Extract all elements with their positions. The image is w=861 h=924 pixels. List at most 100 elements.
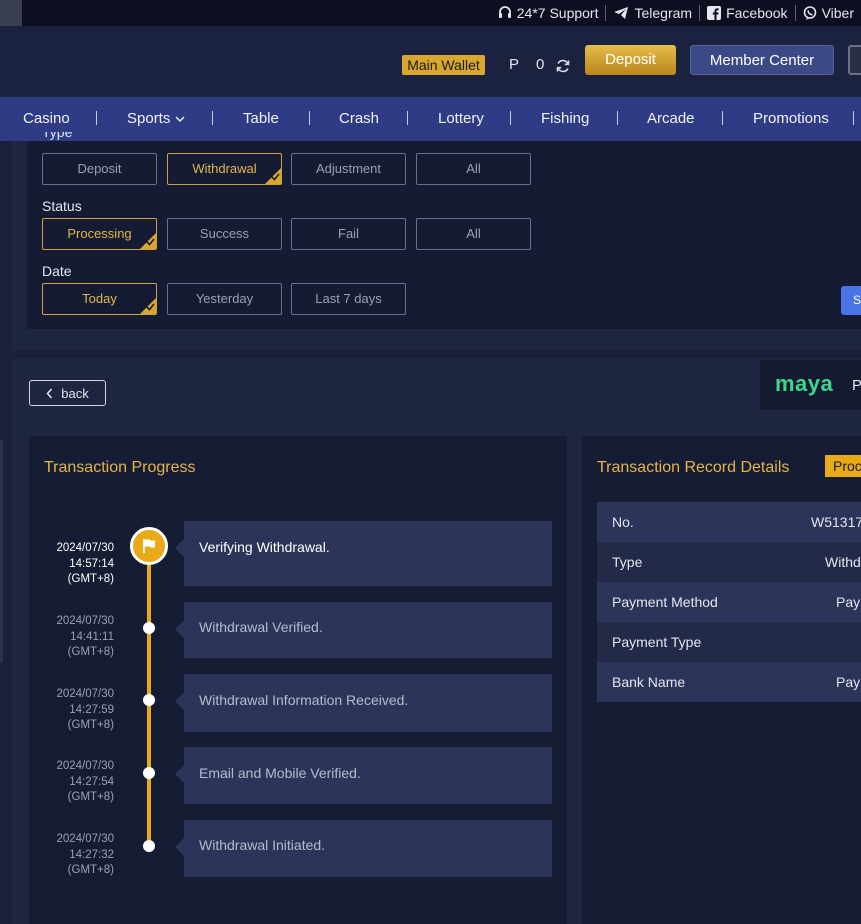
status-processing-button[interactable]: Processing xyxy=(42,218,157,250)
step-tz: (GMT+8) xyxy=(67,864,114,876)
facebook-icon xyxy=(707,6,722,20)
step-message: Withdrawal Information Received. xyxy=(175,674,552,732)
flag-icon xyxy=(130,527,168,565)
telegram-icon xyxy=(614,7,629,19)
step-date: 2024/07/30 xyxy=(56,833,114,845)
nav-divider xyxy=(212,111,213,125)
type-adjustment-button[interactable]: Adjustment xyxy=(291,153,406,185)
status-success-button[interactable]: Success xyxy=(167,218,282,250)
viber-link[interactable]: Viber xyxy=(796,5,861,21)
facebook-link[interactable]: Facebook xyxy=(700,5,794,21)
top-support-bar: 24*7 Support Telegram Facebook Viber xyxy=(0,0,861,26)
nav-divider xyxy=(96,111,97,125)
step-tz: (GMT+8) xyxy=(67,646,114,658)
nav-item-fishing[interactable]: Fishing xyxy=(541,97,589,141)
main-wallet-badge[interactable]: Main Wallet xyxy=(402,55,485,75)
nav-divider xyxy=(722,111,723,125)
nav-divider xyxy=(853,111,854,125)
chevron-left-icon xyxy=(46,388,53,398)
type-deposit-button[interactable]: Deposit xyxy=(42,153,157,185)
date-yesterday-button[interactable]: Yesterday xyxy=(167,283,282,315)
telegram-link[interactable]: Telegram xyxy=(606,5,699,21)
nav-item-sports-label: Sports xyxy=(127,110,171,127)
nav-divider xyxy=(510,111,511,125)
date-today-label: Today xyxy=(82,291,117,306)
date-last7-button[interactable]: Last 7 days xyxy=(291,283,406,315)
step-tz: (GMT+8) xyxy=(67,719,114,731)
record-label: No. xyxy=(612,514,634,530)
step-time: 14:27:59 xyxy=(69,703,114,716)
type-withdrawal-button[interactable]: Withdrawal xyxy=(167,153,282,185)
header-edge-button[interactable] xyxy=(848,45,861,75)
step-timestamp: 2024/07/30 14:27:32 (GMT+8) xyxy=(0,832,114,879)
status-fail-button[interactable]: Fail xyxy=(291,218,406,250)
selected-check-icon xyxy=(264,167,281,184)
step-time: 14:57:14 xyxy=(69,557,114,570)
nav-divider xyxy=(309,111,310,125)
nav-item-lottery[interactable]: Lottery xyxy=(438,97,484,141)
search-button[interactable]: S xyxy=(841,286,861,315)
refresh-icon[interactable] xyxy=(555,58,571,74)
back-label: back xyxy=(61,385,89,401)
main-nav: Casino Sports Table Crash Lottery Fishin… xyxy=(0,97,861,141)
timeline-dot xyxy=(143,622,155,634)
date-label: Date xyxy=(42,263,72,279)
status-processing-label: Processing xyxy=(67,226,132,241)
record-label: Payment Method xyxy=(612,594,718,610)
type-label: Type xyxy=(42,132,72,141)
record-value: Pay xyxy=(836,674,861,690)
step-time: 14:27:32 xyxy=(69,848,114,861)
nav-item-arcade[interactable]: Arcade xyxy=(647,97,695,141)
step-date: 2024/07/30 xyxy=(56,542,114,554)
viber-icon xyxy=(803,6,816,20)
back-button[interactable]: back xyxy=(29,380,106,406)
selected-check-icon xyxy=(139,232,156,249)
progress-title: Transaction Progress xyxy=(44,459,196,476)
timeline-dot xyxy=(143,840,155,852)
facebook-label: Facebook xyxy=(726,5,788,21)
record-title: Transaction Record Details xyxy=(597,459,790,476)
corner-block xyxy=(0,0,22,26)
support-link[interactable]: 24*7 Support xyxy=(491,5,606,21)
step-timestamp: 2024/07/30 14:27:54 (GMT+8) xyxy=(0,759,114,806)
type-all-button[interactable]: All xyxy=(416,153,531,185)
step-date: 2024/07/30 xyxy=(56,688,114,700)
step-time: 14:27:54 xyxy=(69,775,114,788)
record-value: Withdrawal xyxy=(825,554,861,570)
record-row: Payment Type xyxy=(597,622,861,662)
step-message: Withdrawal Initiated. xyxy=(175,820,552,877)
nav-item-crash[interactable]: Crash xyxy=(339,97,379,141)
wallet-currency: P xyxy=(509,56,520,73)
deposit-button[interactable]: Deposit xyxy=(585,45,676,75)
nav-item-table[interactable]: Table xyxy=(243,97,279,141)
step-timestamp: 2024/07/30 14:57:14 (GMT+8) xyxy=(0,541,114,588)
wallet-balance: 0 xyxy=(536,56,545,73)
step-date: 2024/07/30 xyxy=(56,615,114,627)
step-date: 2024/07/30 xyxy=(56,760,114,772)
record-label: Bank Name xyxy=(612,674,686,690)
date-today-button[interactable]: Today xyxy=(42,283,157,315)
record-value: Pay xyxy=(836,594,861,610)
record-row: Bank Name Pay xyxy=(597,662,861,702)
record-row: Payment Method Pay xyxy=(597,582,861,622)
step-timestamp: 2024/07/30 14:41:11 (GMT+8) xyxy=(0,614,114,661)
telegram-label: Telegram xyxy=(634,5,693,21)
step-message: Withdrawal Verified. xyxy=(175,602,552,658)
nav-item-sports[interactable]: Sports xyxy=(127,97,185,141)
record-label: Type xyxy=(612,554,643,570)
nav-divider xyxy=(407,111,408,125)
nav-item-promotions[interactable]: Promotions xyxy=(753,97,829,141)
selected-check-icon xyxy=(139,297,156,314)
support-label: 24*7 Support xyxy=(516,5,599,21)
status-all-button[interactable]: All xyxy=(416,218,531,250)
provider-name-partial: P xyxy=(852,377,861,394)
record-value: W51317 xyxy=(811,514,861,530)
type-withdrawal-label: Withdrawal xyxy=(192,161,257,176)
timeline-dot xyxy=(143,767,155,779)
member-center-button[interactable]: Member Center xyxy=(690,45,834,75)
status-badge: Processing xyxy=(825,455,861,477)
step-tz: (GMT+8) xyxy=(67,573,114,585)
headset-icon xyxy=(498,6,511,18)
step-tz: (GMT+8) xyxy=(67,791,114,803)
step-timestamp: 2024/07/30 14:27:59 (GMT+8) xyxy=(0,687,114,734)
